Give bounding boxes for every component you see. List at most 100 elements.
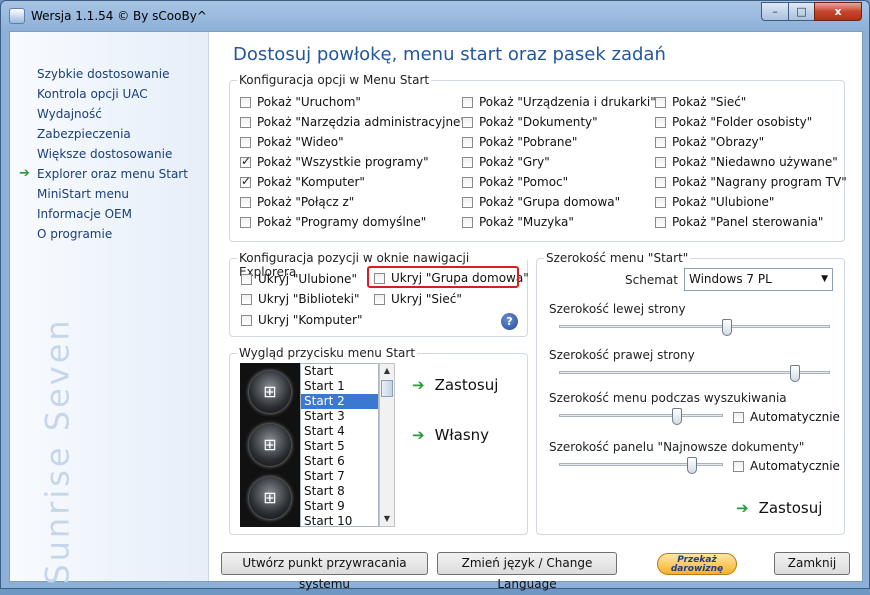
list-item[interactable]: Start 10 — [301, 514, 378, 526]
checkbox-box[interactable] — [462, 156, 473, 168]
right-width-slider[interactable] — [789, 365, 800, 382]
start-option-checkbox[interactable]: Pokaż "Niedawno używane" — [655, 155, 838, 169]
list-item[interactable]: Start — [301, 364, 378, 379]
start-option-checkbox[interactable]: Pokaż "Folder osobisty" — [655, 115, 812, 129]
checkbox-box[interactable] — [655, 196, 666, 208]
title-bar[interactable]: Wersja 1.1.54 © By sCooBy^ – □ x — [1, 1, 869, 31]
start-option-checkbox[interactable]: Pokaż "Wszystkie programy" — [240, 154, 429, 169]
sidebar-item-security[interactable]: Zabezpieczenia — [37, 127, 131, 141]
start-option-checkbox[interactable]: Pokaż "Urządzenia i drukarki" — [462, 95, 656, 109]
checkbox-box[interactable] — [655, 116, 666, 128]
scroll-thumb[interactable] — [381, 380, 393, 397]
start-option-checkbox[interactable]: Pokaż "Komputer" — [240, 174, 365, 189]
list-item[interactable]: Start 4 — [301, 424, 378, 439]
list-item[interactable]: Start 2 — [301, 394, 378, 409]
sidebar-item-explorer[interactable]: Explorer oraz menu Start — [37, 167, 188, 181]
scheme-select[interactable]: Windows 7 PL ▼ — [684, 268, 833, 291]
active-arrow-icon: ➔ — [19, 166, 30, 181]
checkbox-box[interactable] — [462, 96, 473, 108]
checkbox-box[interactable] — [240, 116, 251, 128]
checkbox-box[interactable] — [240, 136, 251, 148]
donate-button[interactable]: Przekaż darowiznę — [657, 553, 737, 575]
close-window-button[interactable]: x — [814, 2, 862, 21]
checkbox-box[interactable] — [733, 460, 744, 472]
start-button-list[interactable]: Start Start 1 Start 2 Start 3 Start 4 Start 5… — [300, 363, 379, 527]
checkbox-box[interactable] — [655, 156, 666, 168]
hide-favorites-checkbox[interactable]: Ukryj "Ulubione" — [241, 272, 357, 286]
left-width-slider[interactable] — [722, 319, 733, 336]
start-option-checkbox[interactable]: Pokaż "Wideo" — [240, 135, 344, 149]
list-scrollbar[interactable]: ▲ ▼ — [379, 363, 395, 527]
list-item[interactable]: Start 5 — [301, 439, 378, 454]
checkbox-box[interactable] — [241, 293, 252, 305]
recent-width-slider-track[interactable] — [559, 463, 723, 466]
start-option-checkbox[interactable]: Pokaż "Sieć" — [655, 95, 746, 109]
sidebar-item-quick[interactable]: Szybkie dostosowanie — [37, 67, 169, 81]
checkbox-box[interactable] — [462, 196, 473, 208]
search-auto-checkbox[interactable]: Automatycznie — [733, 410, 840, 424]
checkbox-box[interactable] — [655, 216, 666, 228]
checkbox-box[interactable] — [462, 136, 473, 148]
recent-width-slider[interactable] — [686, 457, 697, 474]
sidebar-item-about[interactable]: O programie — [37, 227, 112, 241]
list-item[interactable]: Start 8 — [301, 484, 378, 499]
hide-network-checkbox[interactable]: Ukryj "Sieć" — [374, 292, 462, 306]
custom-button-style[interactable]: ➔ Własny — [412, 426, 489, 444]
checkbox-box[interactable] — [733, 411, 744, 423]
apply-button-style[interactable]: ➔ Zastosuj — [412, 376, 498, 394]
checkbox-box[interactable] — [241, 273, 252, 285]
checkbox-box[interactable] — [462, 116, 473, 128]
minimize-button[interactable]: – — [761, 2, 789, 21]
checkbox-box[interactable] — [240, 96, 251, 108]
start-option-checkbox[interactable]: Pokaż "Uruchom" — [240, 95, 361, 109]
start-option-checkbox[interactable]: Pokaż "Połącz z" — [240, 195, 354, 209]
search-width-slider-track[interactable] — [559, 414, 723, 417]
list-item[interactable]: Start 3 — [301, 409, 378, 424]
start-option-checkbox[interactable]: Pokaż "Grupa domowa" — [462, 195, 620, 209]
change-language-button[interactable]: Zmień język / Change Language — [437, 552, 617, 591]
checkbox-box[interactable] — [240, 196, 251, 208]
list-item[interactable]: Start 1 — [301, 379, 378, 394]
start-option-checkbox[interactable]: Pokaż "Ulubione" — [655, 195, 774, 209]
checkbox-box[interactable] — [241, 314, 252, 326]
left-width-slider-track[interactable] — [559, 325, 830, 328]
list-item[interactable]: Start 7 — [301, 469, 378, 484]
start-option-checkbox[interactable]: Pokaż "Obrazy" — [655, 135, 764, 149]
help-icon[interactable]: ? — [501, 313, 518, 330]
scroll-down-icon[interactable]: ▼ — [380, 512, 394, 526]
start-option-checkbox[interactable]: Pokaż "Muzyka" — [462, 215, 574, 229]
sidebar-item-uac[interactable]: Kontrola opcji UAC — [37, 87, 148, 101]
apply-width-button[interactable]: ➔ Zastosuj — [736, 499, 822, 517]
sidebar-item-performance[interactable]: Wydajność — [37, 107, 102, 121]
checkbox-box[interactable] — [462, 216, 473, 228]
start-option-checkbox[interactable]: Pokaż "Nagrany program TV" — [655, 175, 847, 189]
restore-point-button[interactable]: Utwórz punkt przywracania systemu — [221, 552, 428, 591]
hide-libraries-checkbox[interactable]: Ukryj "Biblioteki" — [241, 292, 360, 306]
start-option-checkbox[interactable]: Pokaż "Programy domyślne" — [240, 215, 426, 229]
checkbox-box[interactable] — [240, 216, 251, 228]
checkbox-box[interactable] — [655, 96, 666, 108]
search-width-slider[interactable] — [672, 408, 683, 425]
start-option-checkbox[interactable]: Pokaż "Pomoc" — [462, 175, 568, 189]
recent-auto-checkbox[interactable]: Automatycznie — [733, 459, 840, 473]
sidebar-item-ministart[interactable]: MiniStart menu — [37, 187, 129, 201]
checkbox-box[interactable] — [240, 154, 251, 168]
sidebar-item-advanced[interactable]: Większe dostosowanie — [37, 147, 172, 161]
list-item[interactable]: Start 9 — [301, 499, 378, 514]
checkbox-box[interactable] — [462, 176, 473, 188]
start-option-checkbox[interactable]: Pokaż "Narzędzia administracyjne" — [240, 115, 466, 129]
checkbox-box[interactable] — [240, 174, 251, 188]
start-option-checkbox[interactable]: Pokaż "Panel sterowania" — [655, 215, 823, 229]
scroll-up-icon[interactable]: ▲ — [380, 364, 394, 378]
start-option-checkbox[interactable]: Pokaż "Dokumenty" — [462, 115, 598, 129]
checkbox-box[interactable] — [374, 293, 385, 305]
maximize-button[interactable]: □ — [788, 2, 815, 21]
hide-computer-checkbox[interactable]: Ukryj "Komputer" — [241, 313, 363, 327]
close-button[interactable]: Zamknij — [774, 552, 850, 575]
start-option-checkbox[interactable]: Pokaż "Gry" — [462, 155, 550, 169]
checkbox-box[interactable] — [655, 176, 666, 188]
start-option-checkbox[interactable]: Pokaż "Pobrane" — [462, 135, 577, 149]
checkbox-box[interactable] — [655, 136, 666, 148]
list-item[interactable]: Start 6 — [301, 454, 378, 469]
sidebar-item-oem[interactable]: Informacje OEM — [37, 207, 132, 221]
